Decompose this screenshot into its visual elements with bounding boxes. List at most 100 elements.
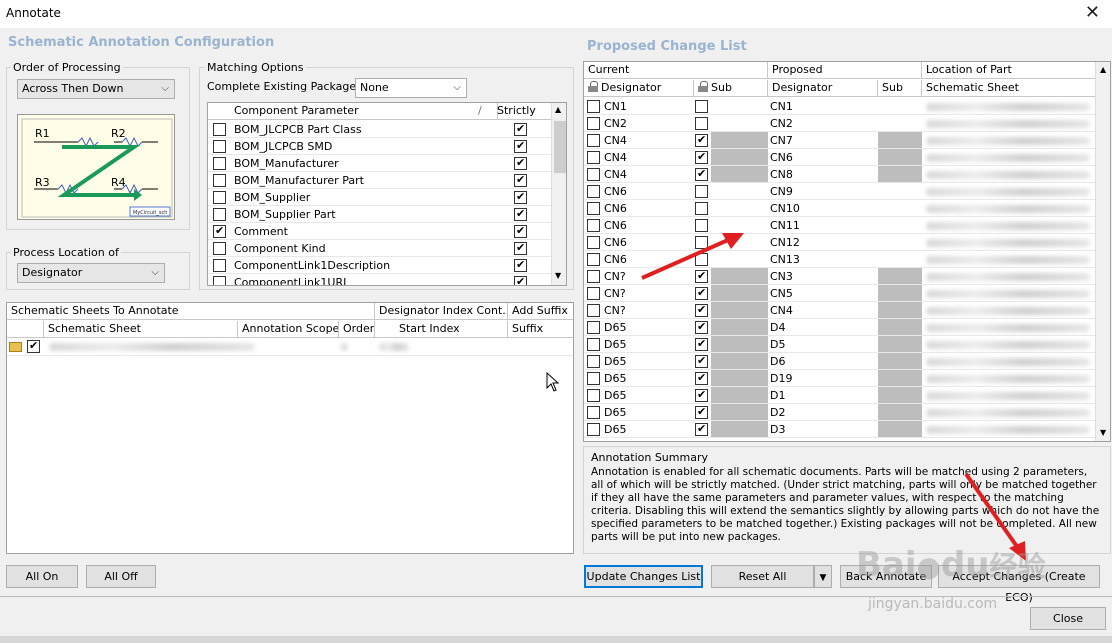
- change-row[interactable]: D65 D5: [584, 336, 1095, 353]
- row-checkbox[interactable]: [587, 100, 600, 113]
- params-scrollbar[interactable]: ▲ ▼: [551, 103, 566, 285]
- strictly-header[interactable]: Strictly: [493, 103, 552, 120]
- scroll-down-icon[interactable]: ▼: [1100, 428, 1106, 437]
- param-checkbox[interactable]: [213, 123, 226, 136]
- param-row[interactable]: BOM_JLCPCB SMD: [208, 138, 551, 155]
- param-checkbox[interactable]: [213, 242, 226, 255]
- change-row[interactable]: D65 D1: [584, 387, 1095, 404]
- scroll-down-icon[interactable]: ▼: [555, 271, 561, 280]
- strict-checkbox[interactable]: [514, 207, 527, 221]
- lock-checkbox[interactable]: [695, 150, 708, 164]
- change-row[interactable]: CN2 CN2: [584, 115, 1095, 132]
- lock-checkbox[interactable]: [695, 303, 708, 317]
- col-location-sheet[interactable]: Schematic Sheet: [922, 80, 1096, 97]
- row-checkbox[interactable]: [587, 372, 600, 385]
- reset-dropdown-icon[interactable]: ▼: [814, 565, 832, 588]
- col-order[interactable]: Order: [339, 321, 375, 338]
- complete-dropdown[interactable]: None ⌵: [355, 78, 467, 98]
- col-current-designator[interactable]: Designator: [584, 80, 694, 97]
- change-row[interactable]: D65 D2: [584, 404, 1095, 421]
- lock-checkbox[interactable]: [695, 185, 708, 198]
- lock-checkbox[interactable]: [695, 219, 708, 232]
- changes-scrollbar[interactable]: ▲ ▼: [1095, 62, 1110, 441]
- row-checkbox[interactable]: [587, 185, 600, 198]
- lock-checkbox[interactable]: [695, 405, 708, 419]
- param-checkbox[interactable]: [213, 191, 226, 204]
- change-row[interactable]: CN6 CN10: [584, 200, 1095, 217]
- location-dropdown[interactable]: Designator ⌵: [17, 263, 165, 283]
- change-row[interactable]: CN? CN3: [584, 268, 1095, 285]
- param-checkbox[interactable]: [213, 224, 226, 238]
- scroll-up-icon[interactable]: ▲: [555, 105, 561, 114]
- lock-checkbox[interactable]: [695, 371, 708, 385]
- strict-checkbox[interactable]: [514, 241, 527, 255]
- all-on-button[interactable]: All On: [6, 565, 78, 588]
- strict-checkbox[interactable]: [514, 190, 527, 204]
- reset-all-button[interactable]: Reset All: [711, 565, 814, 588]
- change-row[interactable]: CN6 CN13: [584, 251, 1095, 268]
- param-row[interactable]: ComponentLink1URL: [208, 274, 551, 285]
- row-checkbox[interactable]: [587, 168, 600, 181]
- lock-checkbox[interactable]: [695, 422, 708, 436]
- lock-checkbox[interactable]: [695, 133, 708, 147]
- update-changes-button[interactable]: Update Changes List: [584, 565, 703, 588]
- col-schematic-sheet[interactable]: Schematic Sheet: [44, 321, 238, 338]
- row-checkbox[interactable]: [587, 355, 600, 368]
- change-row[interactable]: CN4 CN7: [584, 132, 1095, 149]
- change-row[interactable]: D65 D6: [584, 353, 1095, 370]
- row-checkbox[interactable]: [587, 236, 600, 249]
- param-row[interactable]: BOM_Manufacturer Part: [208, 172, 551, 189]
- param-row[interactable]: BOM_Manufacturer: [208, 155, 551, 172]
- lock-checkbox[interactable]: [695, 354, 708, 368]
- col-proposed-designator[interactable]: Designator: [768, 80, 878, 97]
- lock-checkbox[interactable]: [695, 286, 708, 300]
- param-row[interactable]: BOM_Supplier: [208, 189, 551, 206]
- row-checkbox[interactable]: [587, 423, 600, 436]
- param-row[interactable]: BOM_Supplier Part: [208, 206, 551, 223]
- lock-checkbox[interactable]: [695, 320, 708, 334]
- row-checkbox[interactable]: [587, 321, 600, 334]
- close-icon[interactable]: ✕: [1085, 2, 1100, 23]
- strict-checkbox[interactable]: [514, 173, 527, 187]
- row-checkbox[interactable]: [587, 338, 600, 351]
- scroll-up-icon[interactable]: ▲: [1100, 65, 1106, 74]
- param-checkbox[interactable]: [213, 208, 226, 221]
- change-row[interactable]: D65 D3: [584, 421, 1095, 438]
- change-row[interactable]: CN6 CN12: [584, 234, 1095, 251]
- params-scroll-thumb[interactable]: [554, 121, 566, 173]
- change-row[interactable]: D65 D19: [584, 370, 1095, 387]
- change-row[interactable]: CN4 CN8: [584, 166, 1095, 183]
- lock-checkbox[interactable]: [695, 253, 708, 266]
- strict-checkbox[interactable]: [514, 275, 527, 285]
- lock-checkbox[interactable]: [695, 167, 708, 181]
- strict-checkbox[interactable]: [514, 224, 527, 238]
- param-row[interactable]: BOM_JLCPCB Part Class: [208, 121, 551, 138]
- row-checkbox[interactable]: [587, 253, 600, 266]
- change-row[interactable]: CN6 CN11: [584, 217, 1095, 234]
- row-checkbox[interactable]: [587, 287, 600, 300]
- sheet-row[interactable]: [7, 339, 573, 356]
- row-checkbox[interactable]: [587, 406, 600, 419]
- change-row[interactable]: CN? CN5: [584, 285, 1095, 302]
- order-dropdown[interactable]: Across Then Down ⌵: [17, 79, 175, 99]
- change-row[interactable]: CN6 CN9: [584, 183, 1095, 200]
- param-row[interactable]: Comment: [208, 223, 551, 240]
- change-row[interactable]: CN? CN4: [584, 302, 1095, 319]
- lock-checkbox[interactable]: [695, 236, 708, 249]
- lock-checkbox[interactable]: [695, 337, 708, 351]
- col-current-sub[interactable]: Sub: [694, 80, 768, 97]
- strict-checkbox[interactable]: [514, 122, 527, 136]
- change-row[interactable]: CN1 CN1: [584, 98, 1095, 115]
- param-checkbox[interactable]: [213, 174, 226, 187]
- row-checkbox[interactable]: [587, 117, 600, 130]
- param-header[interactable]: Component Parameter: [230, 103, 498, 120]
- strict-checkbox[interactable]: [514, 139, 527, 153]
- row-checkbox[interactable]: [587, 134, 600, 147]
- row-checkbox[interactable]: [587, 202, 600, 215]
- row-checkbox[interactable]: [587, 151, 600, 164]
- param-row[interactable]: ComponentLink1Description: [208, 257, 551, 274]
- change-row[interactable]: D65 D4: [584, 319, 1095, 336]
- param-checkbox[interactable]: [213, 157, 226, 170]
- change-row[interactable]: CN4 CN6: [584, 149, 1095, 166]
- param-row[interactable]: Component Kind: [208, 240, 551, 257]
